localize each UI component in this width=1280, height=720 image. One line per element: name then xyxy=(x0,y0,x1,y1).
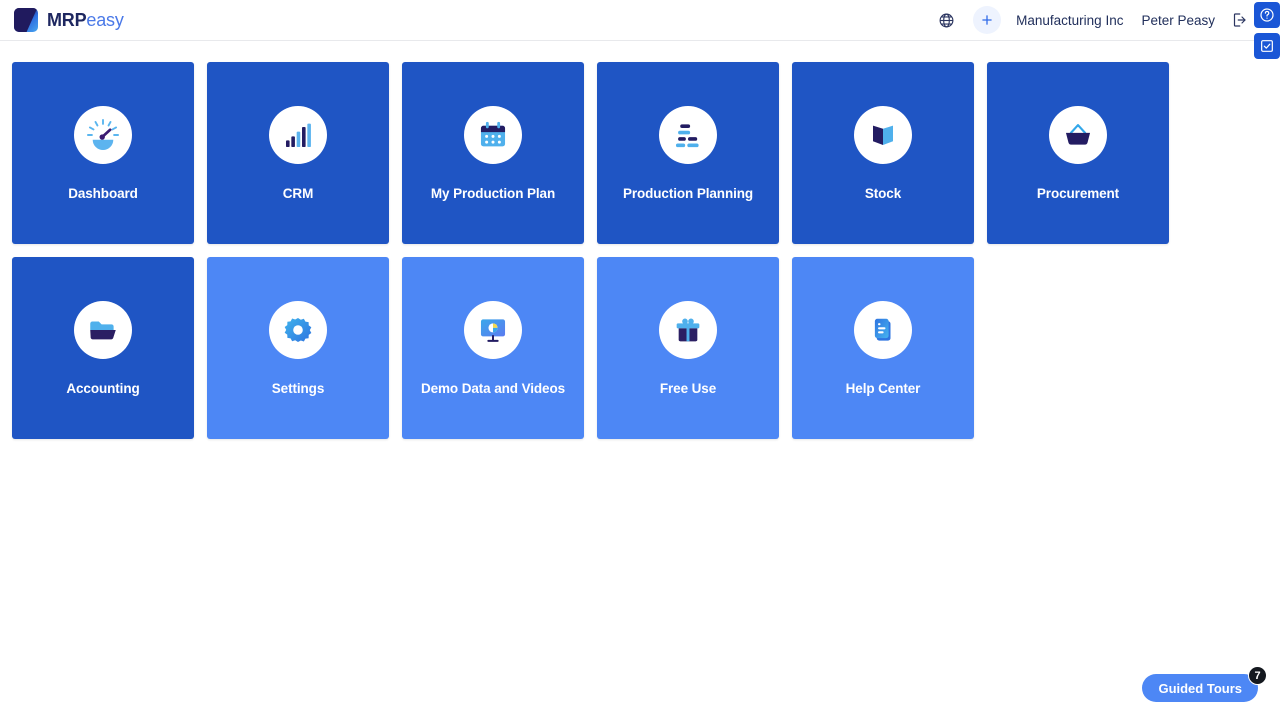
tile-label: My Production Plan xyxy=(431,186,555,201)
guided-tours-label: Guided Tours xyxy=(1158,681,1242,696)
help-button[interactable] xyxy=(1254,2,1280,28)
globe-icon[interactable] xyxy=(929,3,963,37)
app-tile-grid: Dashboard CRM xyxy=(12,62,1169,439)
mrpeasy-logo-icon xyxy=(14,8,38,32)
brand-secondary-text: easy xyxy=(86,10,123,30)
calendar-icon xyxy=(476,118,510,152)
presentation-icon xyxy=(476,313,510,347)
tile-procurement[interactable]: Procurement xyxy=(987,62,1169,244)
user-name[interactable]: Peter Peasy xyxy=(1132,13,1224,28)
tile-label: Production Planning xyxy=(623,186,753,201)
tile-icon-circle xyxy=(1049,106,1107,164)
logout-icon[interactable] xyxy=(1230,11,1248,29)
tile-free-use[interactable]: Free Use xyxy=(597,257,779,439)
brand-text: MRPeasy xyxy=(47,10,124,31)
tile-icon-circle xyxy=(269,106,327,164)
tile-label: Accounting xyxy=(66,381,139,396)
tile-demo-data-and-videos[interactable]: Demo Data and Videos xyxy=(402,257,584,439)
basket-icon xyxy=(1061,118,1095,152)
tile-help-center[interactable]: Help Center xyxy=(792,257,974,439)
tile-label: Free Use xyxy=(660,381,716,396)
tile-icon-circle xyxy=(659,106,717,164)
tile-label: Dashboard xyxy=(68,186,138,201)
edge-button-stack xyxy=(1254,2,1280,59)
app-logo[interactable]: MRPeasy xyxy=(14,8,124,32)
tile-accounting[interactable]: Accounting xyxy=(12,257,194,439)
tile-stock[interactable]: Stock xyxy=(792,62,974,244)
gantt-chart-icon xyxy=(671,118,705,152)
brand-primary-text: MRP xyxy=(47,10,86,30)
open-book-icon xyxy=(868,120,898,150)
guided-tours-badge: 7 xyxy=(1248,666,1267,685)
gear-icon xyxy=(282,314,314,346)
tile-icon-circle xyxy=(74,301,132,359)
tile-label: Procurement xyxy=(1037,186,1119,201)
tile-icon-circle xyxy=(464,106,522,164)
tile-icon-circle xyxy=(74,106,132,164)
tile-label: Settings xyxy=(272,381,324,396)
tile-dashboard[interactable]: Dashboard xyxy=(12,62,194,244)
tile-icon-circle xyxy=(854,301,912,359)
tile-crm[interactable]: CRM xyxy=(207,62,389,244)
tile-my-production-plan[interactable]: My Production Plan xyxy=(402,62,584,244)
gauge-icon xyxy=(84,116,122,154)
gift-icon xyxy=(672,314,704,346)
company-name[interactable]: Manufacturing Inc xyxy=(1007,13,1132,28)
document-icon xyxy=(868,315,898,345)
plus-icon[interactable] xyxy=(973,6,1001,34)
guided-tours-button[interactable]: Guided Tours 7 xyxy=(1142,674,1258,702)
tile-label: Demo Data and Videos xyxy=(421,381,565,396)
tile-label: CRM xyxy=(283,186,313,201)
tile-label: Stock xyxy=(865,186,901,201)
tile-icon-circle xyxy=(269,301,327,359)
bar-chart-icon xyxy=(282,119,314,151)
app-header: MRPeasy Manufacturing Inc Peter Peasy xyxy=(0,0,1280,41)
header-actions: Manufacturing Inc Peter Peasy xyxy=(929,0,1280,41)
tile-settings[interactable]: Settings xyxy=(207,257,389,439)
tasks-button[interactable] xyxy=(1254,33,1280,59)
folder-icon xyxy=(86,313,120,347)
tile-production-planning[interactable]: Production Planning xyxy=(597,62,779,244)
tile-icon-circle xyxy=(854,106,912,164)
tile-label: Help Center xyxy=(846,381,921,396)
tile-icon-circle xyxy=(659,301,717,359)
tile-icon-circle xyxy=(464,301,522,359)
